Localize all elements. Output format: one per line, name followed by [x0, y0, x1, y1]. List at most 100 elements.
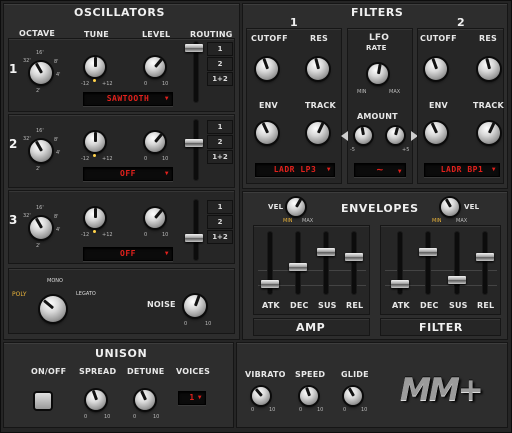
- osc3-octave-knob[interactable]: [30, 217, 52, 239]
- filter1-track-knob[interactable]: [307, 122, 329, 144]
- mono-label: MONO: [47, 278, 63, 284]
- filter2-type-value: LADR BP1: [440, 165, 484, 174]
- osc1-tune-dot: [93, 79, 96, 82]
- filter-env-rel-slider[interactable]: [476, 253, 494, 262]
- osc1-number: 1: [9, 62, 18, 76]
- osc3-routing-2[interactable]: 2: [207, 215, 233, 229]
- osc3-tune-dot: [93, 230, 96, 233]
- filter2-env-knob[interactable]: [425, 122, 447, 144]
- dropdown-arrow-icon: ▼: [326, 166, 331, 173]
- filter-env-atk-slider[interactable]: [391, 279, 409, 288]
- osc3-waveform-select[interactable]: OFF ▼: [83, 247, 173, 261]
- amp-atk-slider[interactable]: [261, 279, 279, 288]
- osc1-tune-min: -12: [81, 81, 90, 87]
- osc2-routing-2[interactable]: 2: [207, 135, 233, 149]
- legato-label: LEGATO: [76, 291, 96, 297]
- noise-knob[interactable]: [184, 295, 206, 317]
- amp-vel-min: MIN: [283, 218, 293, 224]
- osc3-tune-min: -12: [81, 232, 90, 238]
- amp-sus-slider[interactable]: [317, 247, 335, 256]
- osc2-tune-knob[interactable]: [85, 132, 105, 152]
- lfo-rate-label: RATE: [366, 44, 387, 52]
- speed-knob[interactable]: [300, 387, 318, 405]
- stepper-arrow-icon: ▼: [197, 394, 202, 401]
- osc3-routing-12[interactable]: 1+2: [207, 230, 233, 244]
- lfo-rate-max: MAX: [389, 89, 401, 95]
- noise-min: 0: [184, 321, 188, 327]
- lfo-amount2-knob[interactable]: [387, 127, 404, 144]
- vibrato-knob[interactable]: [252, 387, 270, 405]
- dropdown-arrow-icon: ▼: [164, 250, 169, 257]
- filter-env-sus-slider[interactable]: [448, 275, 466, 284]
- osc2-tune-dot: [93, 154, 96, 157]
- amount-left-arrow-icon[interactable]: [341, 131, 348, 141]
- filter2-cutoff-knob[interactable]: [425, 58, 447, 80]
- filter-env-sus-label: SUS: [449, 301, 468, 310]
- speed-max: 10: [317, 407, 324, 413]
- filter2-res-knob[interactable]: [478, 58, 500, 80]
- glide-min: 0: [343, 407, 347, 413]
- filter2-track-knob[interactable]: [478, 122, 500, 144]
- osc3-level-knob[interactable]: [145, 208, 165, 228]
- filter1-cutoff-label: CUTOFF: [251, 34, 288, 43]
- unison-detune-knob[interactable]: [135, 390, 155, 410]
- osc1-octave-knob[interactable]: [30, 62, 52, 84]
- filter2-env-label: ENV: [429, 101, 448, 110]
- filter-env-dec-slider[interactable]: [419, 247, 437, 256]
- unison-onoff-label: ON/OFF: [31, 367, 67, 376]
- osc1-routing-1[interactable]: 1: [207, 42, 233, 56]
- noise-max: 10: [205, 321, 212, 327]
- amp-vel-knob[interactable]: [287, 198, 305, 216]
- osc2-level-knob[interactable]: [145, 132, 165, 152]
- osc1-level-knob[interactable]: [145, 57, 165, 77]
- lfo-amount1-knob[interactable]: [355, 127, 372, 144]
- unison-onoff-button[interactable]: [35, 393, 51, 409]
- unison-spread-knob[interactable]: [86, 390, 106, 410]
- osc3-tune-knob[interactable]: [85, 208, 105, 228]
- osc1-octave-tick-2: 2': [36, 88, 41, 94]
- unison-voices-select[interactable]: 1 ▼: [178, 391, 206, 405]
- osc1-waveform-select[interactable]: SAWTOOTH ▼: [83, 92, 173, 106]
- amp-rel-track: [352, 232, 356, 294]
- filter1-env-knob[interactable]: [256, 122, 278, 144]
- osc2-routing-1[interactable]: 1: [207, 120, 233, 134]
- filter1-type-select[interactable]: LADR LP3 ▼: [255, 163, 335, 177]
- osc3-routing-handle[interactable]: [185, 234, 203, 242]
- osc2-number: 2: [9, 137, 18, 151]
- filter-vel-knob[interactable]: [441, 198, 459, 216]
- unison-voices-value: 1: [189, 393, 195, 402]
- osc3-octave-tick-32: 32': [23, 213, 31, 219]
- filter-env-dec-label: DEC: [420, 301, 439, 310]
- filter1-res-label: RES: [310, 34, 328, 43]
- glide-knob[interactable]: [344, 387, 362, 405]
- filter2-res-label: RES: [479, 34, 497, 43]
- osc3-level-min: 0: [144, 232, 148, 238]
- amp-rel-slider[interactable]: [345, 253, 363, 262]
- lfo-title: LFO: [369, 33, 390, 43]
- filter2-type-select[interactable]: LADR BP1 ▼: [424, 163, 500, 177]
- osc1-routing-handle[interactable]: [185, 44, 203, 52]
- osc1-routing-2[interactable]: 2: [207, 57, 233, 71]
- lfo-waveform-select[interactable]: ~ ▼: [354, 163, 406, 177]
- filter-env-title: FILTER: [419, 321, 463, 334]
- mm-plus-logo: MM+: [400, 372, 484, 408]
- osc2-waveform-value: OFF: [120, 169, 136, 178]
- osc2-waveform-select[interactable]: OFF ▼: [83, 167, 173, 181]
- amp-dec-slider[interactable]: [289, 262, 307, 271]
- osc2-routing-12[interactable]: 1+2: [207, 150, 233, 164]
- osc2-octave-knob[interactable]: [30, 140, 52, 162]
- filter1-res-knob[interactable]: [307, 58, 329, 80]
- osc2-routing-handle[interactable]: [185, 139, 203, 147]
- filter1-cutoff-knob[interactable]: [256, 58, 278, 80]
- filter2-track-label: TRACK: [473, 101, 504, 110]
- unison-spread-min: 0: [84, 414, 88, 420]
- osc1-tune-knob[interactable]: [85, 57, 105, 77]
- osc1-level-min: 0: [144, 81, 148, 87]
- lfo-rate-knob[interactable]: [368, 64, 388, 84]
- osc1-routing-12[interactable]: 1+2: [207, 72, 233, 86]
- osc3-routing-1[interactable]: 1: [207, 200, 233, 214]
- poly-label: POLY: [12, 291, 27, 298]
- poly-mode-knob[interactable]: [40, 296, 66, 322]
- vibrato-min: 0: [251, 407, 255, 413]
- osc1-octave-tick-16: 16': [36, 50, 44, 56]
